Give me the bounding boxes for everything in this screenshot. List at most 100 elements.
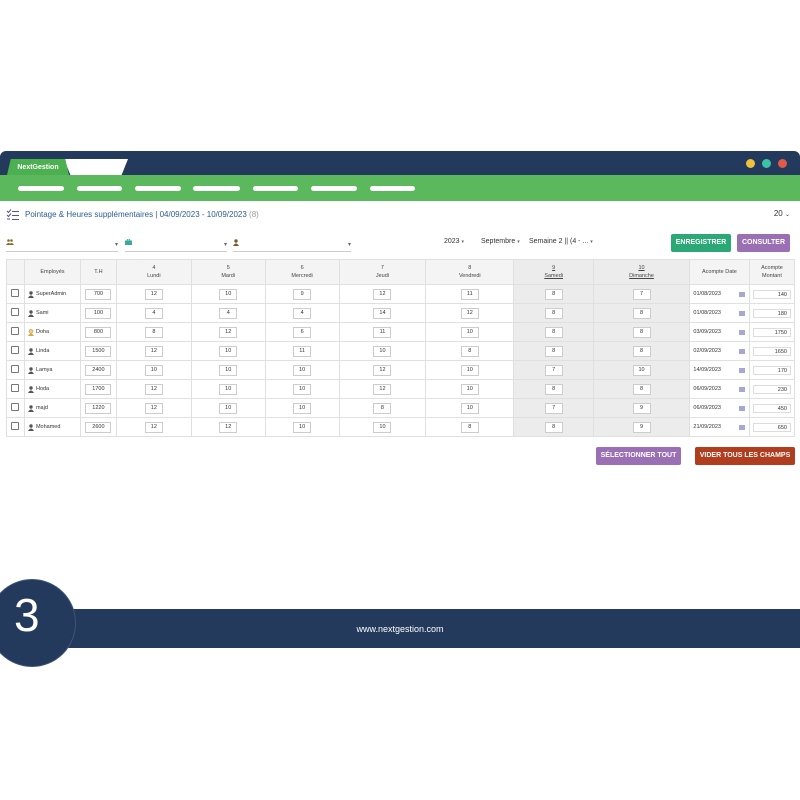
row-checkbox[interactable] — [11, 403, 20, 411]
menu-item-2[interactable] — [77, 186, 122, 191]
th-input[interactable]: 800 — [85, 326, 112, 338]
advance-date-input[interactable]: 21/09/2023 — [691, 422, 747, 432]
th-input[interactable]: 700 — [85, 288, 112, 300]
advance-amount-input[interactable]: 140 — [752, 289, 791, 299]
advance-date-input[interactable]: 02/09/2023 — [691, 346, 747, 356]
row-checkbox[interactable] — [11, 384, 20, 392]
select-all-button[interactable]: SÉLECTIONNER TOUT — [596, 447, 681, 465]
clear-all-button[interactable]: VIDER TOUS LES CHAMPS — [695, 447, 795, 465]
advance-date-input[interactable]: 06/09/2023 — [691, 384, 747, 394]
th-input[interactable]: 1500 — [85, 345, 112, 357]
hours-input[interactable]: 8 — [460, 345, 479, 357]
hours-input[interactable]: 10 — [293, 383, 312, 395]
row-checkbox[interactable] — [11, 308, 20, 316]
calendar-icon[interactable] — [739, 348, 746, 354]
row-checkbox[interactable] — [11, 365, 20, 373]
calendar-icon[interactable] — [739, 329, 746, 335]
hours-input[interactable]: 8 — [632, 307, 651, 319]
hours-input[interactable]: 12 — [373, 364, 392, 376]
hours-input[interactable]: 10 — [632, 364, 651, 376]
hours-input[interactable]: 10 — [219, 364, 238, 376]
menu-item-1[interactable] — [18, 186, 64, 191]
hours-input[interactable]: 8 — [144, 326, 163, 338]
month-select[interactable]: Septembre ▾ — [481, 238, 520, 245]
hours-input[interactable]: 12 — [144, 421, 163, 433]
hours-input[interactable]: 10 — [219, 288, 238, 300]
advance-amount-input[interactable]: 1750 — [752, 327, 791, 337]
hours-input[interactable]: 4 — [219, 307, 238, 319]
hours-input[interactable]: 10 — [293, 402, 312, 414]
hours-input[interactable]: 10 — [460, 326, 479, 338]
hours-input[interactable]: 7 — [544, 364, 563, 376]
hours-input[interactable]: 12 — [219, 421, 238, 433]
hours-input[interactable]: 10 — [460, 383, 479, 395]
calendar-icon[interactable] — [739, 310, 746, 316]
advance-amount-input[interactable]: 230 — [752, 384, 791, 394]
advance-date-input[interactable]: 06/09/2023 — [691, 403, 747, 413]
menu-item-5[interactable] — [253, 186, 298, 191]
advance-date-input[interactable]: 14/09/2023 — [691, 365, 747, 375]
hours-input[interactable]: 10 — [373, 421, 392, 433]
hours-input[interactable]: 6 — [293, 326, 312, 338]
th-input[interactable]: 1220 — [85, 402, 112, 414]
advance-amount-input[interactable]: 650 — [752, 422, 791, 432]
hours-input[interactable]: 11 — [373, 326, 392, 338]
hours-input[interactable]: 4 — [144, 307, 163, 319]
hours-input[interactable]: 10 — [373, 345, 392, 357]
department-filter[interactable]: ▾ — [125, 238, 227, 252]
th-input[interactable]: 2600 — [85, 421, 112, 433]
hours-input[interactable]: 8 — [544, 288, 563, 300]
tab-nextgestion[interactable]: NextGestion — [7, 159, 69, 175]
hours-input[interactable]: 12 — [144, 402, 163, 414]
advance-amount-input[interactable]: 180 — [752, 308, 791, 318]
hours-input[interactable]: 8 — [544, 383, 563, 395]
window-close-dot[interactable] — [778, 159, 787, 168]
row-checkbox[interactable] — [11, 422, 20, 430]
hours-input[interactable]: 8 — [544, 421, 563, 433]
hours-input[interactable]: 10 — [293, 421, 312, 433]
page-size-select[interactable]: 20 ⌄ — [774, 209, 790, 218]
calendar-icon[interactable] — [739, 291, 746, 297]
hours-input[interactable]: 8 — [460, 421, 479, 433]
hours-input[interactable]: 12 — [144, 288, 163, 300]
advance-date-input[interactable]: 01/08/2023 — [691, 308, 747, 318]
hours-input[interactable]: 10 — [219, 345, 238, 357]
hours-input[interactable]: 12 — [219, 326, 238, 338]
hours-input[interactable]: 8 — [632, 345, 651, 357]
calendar-icon[interactable] — [739, 386, 746, 392]
window-maximize-dot[interactable] — [762, 159, 771, 168]
menu-item-6[interactable] — [311, 186, 357, 191]
hours-input[interactable]: 9 — [632, 402, 651, 414]
hours-input[interactable]: 9 — [293, 288, 312, 300]
hours-input[interactable]: 12 — [373, 288, 392, 300]
th-input[interactable]: 2400 — [85, 364, 112, 376]
row-checkbox[interactable] — [11, 327, 20, 335]
hours-input[interactable]: 12 — [373, 383, 392, 395]
calendar-icon[interactable] — [739, 405, 746, 411]
hours-input[interactable]: 12 — [460, 307, 479, 319]
hours-input[interactable]: 11 — [460, 288, 479, 300]
menu-item-3[interactable] — [135, 186, 181, 191]
advance-date-input[interactable]: 01/08/2023 — [691, 289, 747, 299]
advance-date-input[interactable]: 03/09/2023 — [691, 327, 747, 337]
hours-input[interactable]: 8 — [544, 326, 563, 338]
week-select[interactable]: Semaine 2 || (4 - ... ▾ — [529, 238, 593, 245]
advance-amount-input[interactable]: 1650 — [752, 346, 791, 356]
hours-input[interactable]: 11 — [293, 345, 312, 357]
hours-input[interactable]: 10 — [144, 364, 163, 376]
window-minimize-dot[interactable] — [746, 159, 755, 168]
calendar-icon[interactable] — [739, 424, 746, 430]
consult-button[interactable]: CONSULTER — [737, 234, 790, 252]
footer-url[interactable]: www.nextgestion.com — [0, 624, 800, 634]
th-input[interactable]: 1700 — [85, 383, 112, 395]
hours-input[interactable]: 10 — [460, 364, 479, 376]
year-select[interactable]: 2023 ▾ — [444, 238, 464, 245]
hours-input[interactable]: 8 — [544, 345, 563, 357]
row-checkbox[interactable] — [11, 346, 20, 354]
hours-input[interactable]: 9 — [632, 421, 651, 433]
hours-input[interactable]: 8 — [373, 402, 392, 414]
hours-input[interactable]: 10 — [219, 402, 238, 414]
hours-input[interactable]: 7 — [544, 402, 563, 414]
employee-filter[interactable]: ▾ — [233, 239, 351, 252]
calendar-icon[interactable] — [739, 367, 746, 373]
